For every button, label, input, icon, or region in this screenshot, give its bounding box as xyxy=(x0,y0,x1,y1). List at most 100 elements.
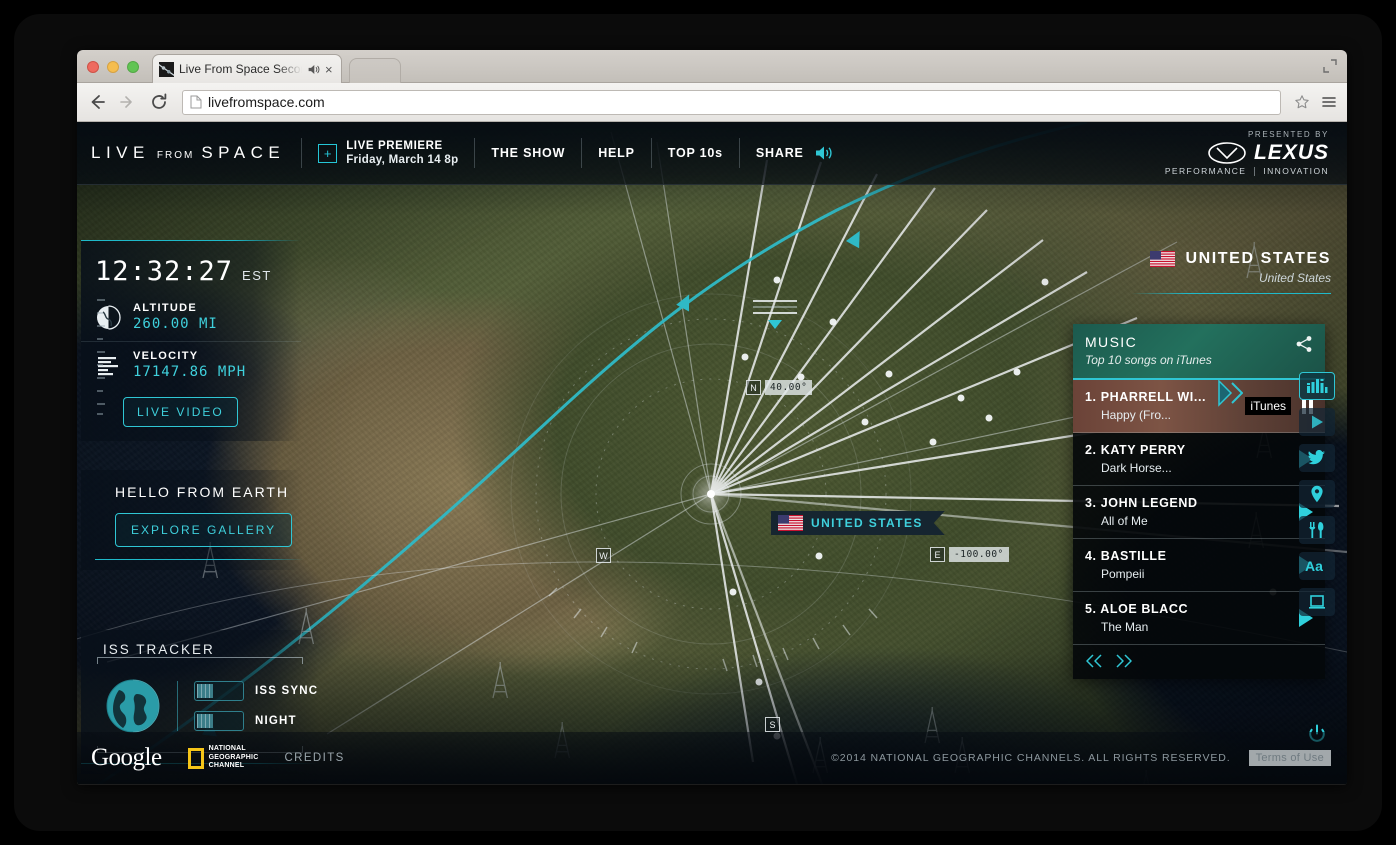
track-row-4[interactable]: 4. BASTILLE Pompeii xyxy=(1073,539,1325,592)
google-logo[interactable]: Google xyxy=(91,744,162,772)
map-menu-line xyxy=(753,306,797,308)
iss-toggle-group: ISS SYNC NIGHT xyxy=(177,681,318,731)
tab-audio-icon[interactable] xyxy=(307,63,320,76)
collapse-panel-button[interactable] xyxy=(1217,378,1243,408)
itunes-badge[interactable]: iTunes xyxy=(1245,397,1291,415)
presented-by-label: PRESENTED BY xyxy=(1165,130,1329,139)
rail-button-location[interactable] xyxy=(1299,480,1335,508)
share-icon[interactable] xyxy=(1294,334,1314,354)
forward-arrow-icon[interactable] xyxy=(118,92,138,112)
panel-bottom-rule xyxy=(95,559,303,560)
header-divider xyxy=(651,138,652,168)
nav-the-show[interactable]: THE SHOW xyxy=(491,146,565,160)
reload-icon[interactable] xyxy=(149,92,169,112)
address-bar[interactable]: livefromspace.com xyxy=(182,90,1281,115)
sponsor-tag-divider xyxy=(1254,167,1255,176)
coord-letter: N xyxy=(746,380,761,395)
coord-value: -100.00° xyxy=(949,547,1009,562)
natgeo-line-1: NATIONAL xyxy=(209,745,259,754)
copyright-text: ©2014 NATIONAL GEOGRAPHIC CHANNELS. ALL … xyxy=(831,752,1231,764)
track-row-2[interactable]: 2. KATY PERRY Dark Horse... xyxy=(1073,433,1325,486)
hamburger-menu-icon[interactable] xyxy=(1321,94,1337,110)
altitude-label: ALTITUDE xyxy=(133,302,218,314)
sponsor-tag-innovation: INNOVATION xyxy=(1263,166,1329,176)
svg-text:Aa: Aa xyxy=(1305,558,1323,574)
rail-button-food[interactable] xyxy=(1299,516,1335,544)
night-label: NIGHT xyxy=(255,715,297,727)
browser-window: Live From Space Second × xyxy=(77,50,1347,785)
site-header: LIVE FROM SPACE + LIVE PREMIERE Friday, … xyxy=(77,122,1347,185)
speaker-on-icon[interactable] xyxy=(814,144,834,162)
terms-of-use-link[interactable]: Terms of Use xyxy=(1249,750,1331,766)
clock-time: 12:32:27 xyxy=(95,256,233,287)
add-to-calendar-icon[interactable]: + xyxy=(318,144,337,163)
music-equalizer-icon xyxy=(1306,378,1328,394)
rail-button-text-size[interactable]: Aa xyxy=(1299,552,1335,580)
us-flag-icon xyxy=(778,515,803,531)
text-size-icon: Aa xyxy=(1305,558,1329,574)
site-logo[interactable]: LIVE FROM SPACE xyxy=(89,143,285,163)
maximize-icon[interactable] xyxy=(1323,59,1337,73)
iss-sync-toggle[interactable] xyxy=(194,681,244,701)
star-icon[interactable] xyxy=(1294,94,1310,110)
window-zoom-button[interactable] xyxy=(127,61,139,73)
map-location-banner[interactable]: UNITED STATES xyxy=(771,511,945,535)
country-subtitle: United States xyxy=(1131,271,1331,285)
feature-rail: Aa xyxy=(1299,372,1335,616)
rail-button-window[interactable] xyxy=(1299,588,1335,616)
back-arrow-icon[interactable] xyxy=(87,92,107,112)
country-rule xyxy=(1131,293,1331,294)
nav-help[interactable]: HELP xyxy=(598,146,635,160)
track-row-3[interactable]: 3. JOHN LEGEND All of Me xyxy=(1073,486,1325,539)
map-menu-line xyxy=(753,300,797,302)
track-song: Happy (Fro... xyxy=(1085,408,1245,422)
browser-tab[interactable]: Live From Space Second × xyxy=(152,54,342,83)
rail-button-twitter[interactable] xyxy=(1299,444,1335,472)
country-readout: UNITED STATES United States xyxy=(1131,250,1331,301)
music-pagination xyxy=(1073,645,1325,679)
new-tab-button[interactable] xyxy=(349,58,401,83)
prev-icon[interactable] xyxy=(1086,654,1103,668)
night-toggle[interactable] xyxy=(194,711,244,731)
map-menu-button[interactable] xyxy=(753,300,797,330)
track-song: Pompeii xyxy=(1085,567,1291,581)
window-screen-icon xyxy=(1308,594,1326,610)
explore-gallery-button[interactable]: EXPLORE GALLERY xyxy=(115,513,292,547)
telemetry-panel: 12:32:27 EST ALTITUDE 260.00 MI xyxy=(81,240,301,441)
window-minimize-button[interactable] xyxy=(107,61,119,73)
track-artist: 5. ALOE BLACC xyxy=(1085,602,1291,616)
nav-share[interactable]: SHARE xyxy=(756,146,804,160)
iss-tracker-title: ISS TRACKER xyxy=(81,642,319,657)
track-row-5[interactable]: 5. ALOE BLACC The Man xyxy=(1073,592,1325,645)
panel-bracket-top xyxy=(97,657,303,664)
window-close-button[interactable] xyxy=(87,61,99,73)
tab-close-icon[interactable]: × xyxy=(325,63,335,76)
location-pin-icon xyxy=(1310,485,1324,503)
tab-title: Live From Space Second xyxy=(179,62,302,76)
logo-space: SPACE xyxy=(201,143,285,163)
page-icon xyxy=(190,95,202,109)
coord-value: 40.00° xyxy=(765,380,812,395)
rail-button-music[interactable] xyxy=(1299,372,1335,400)
credits-link[interactable]: CREDITS xyxy=(284,752,344,764)
toggle-row-iss-sync[interactable]: ISS SYNC xyxy=(194,681,318,701)
track-row-1[interactable]: 1. PHARRELL WI... Happy (Fro... iTunes xyxy=(1073,380,1325,433)
site-viewport: N 40.00° E -100.00° W S xyxy=(77,122,1347,784)
coord-letter: E xyxy=(930,547,945,562)
toggle-knob xyxy=(197,714,213,728)
next-icon[interactable] xyxy=(1115,654,1132,668)
clock-timezone: EST xyxy=(242,268,272,283)
coord-north: N 40.00° xyxy=(746,380,812,395)
live-video-button[interactable]: LIVE VIDEO xyxy=(123,397,238,427)
video-play-icon xyxy=(1309,414,1325,430)
nav-top-10s[interactable]: TOP 10s xyxy=(668,146,723,160)
rail-button-video[interactable] xyxy=(1299,408,1335,436)
country-name: UNITED STATES xyxy=(1185,250,1331,268)
globe-icon[interactable] xyxy=(103,676,163,736)
natgeo-logo[interactable]: NATIONAL GEOGRAPHIC CHANNEL xyxy=(188,745,259,771)
live-premiere-block[interactable]: + LIVE PREMIERE Friday, March 14 8p xyxy=(318,139,458,168)
header-divider xyxy=(581,138,582,168)
header-divider xyxy=(301,138,302,168)
toggle-row-night[interactable]: NIGHT xyxy=(194,711,318,731)
logo-live: LIVE xyxy=(91,143,150,163)
